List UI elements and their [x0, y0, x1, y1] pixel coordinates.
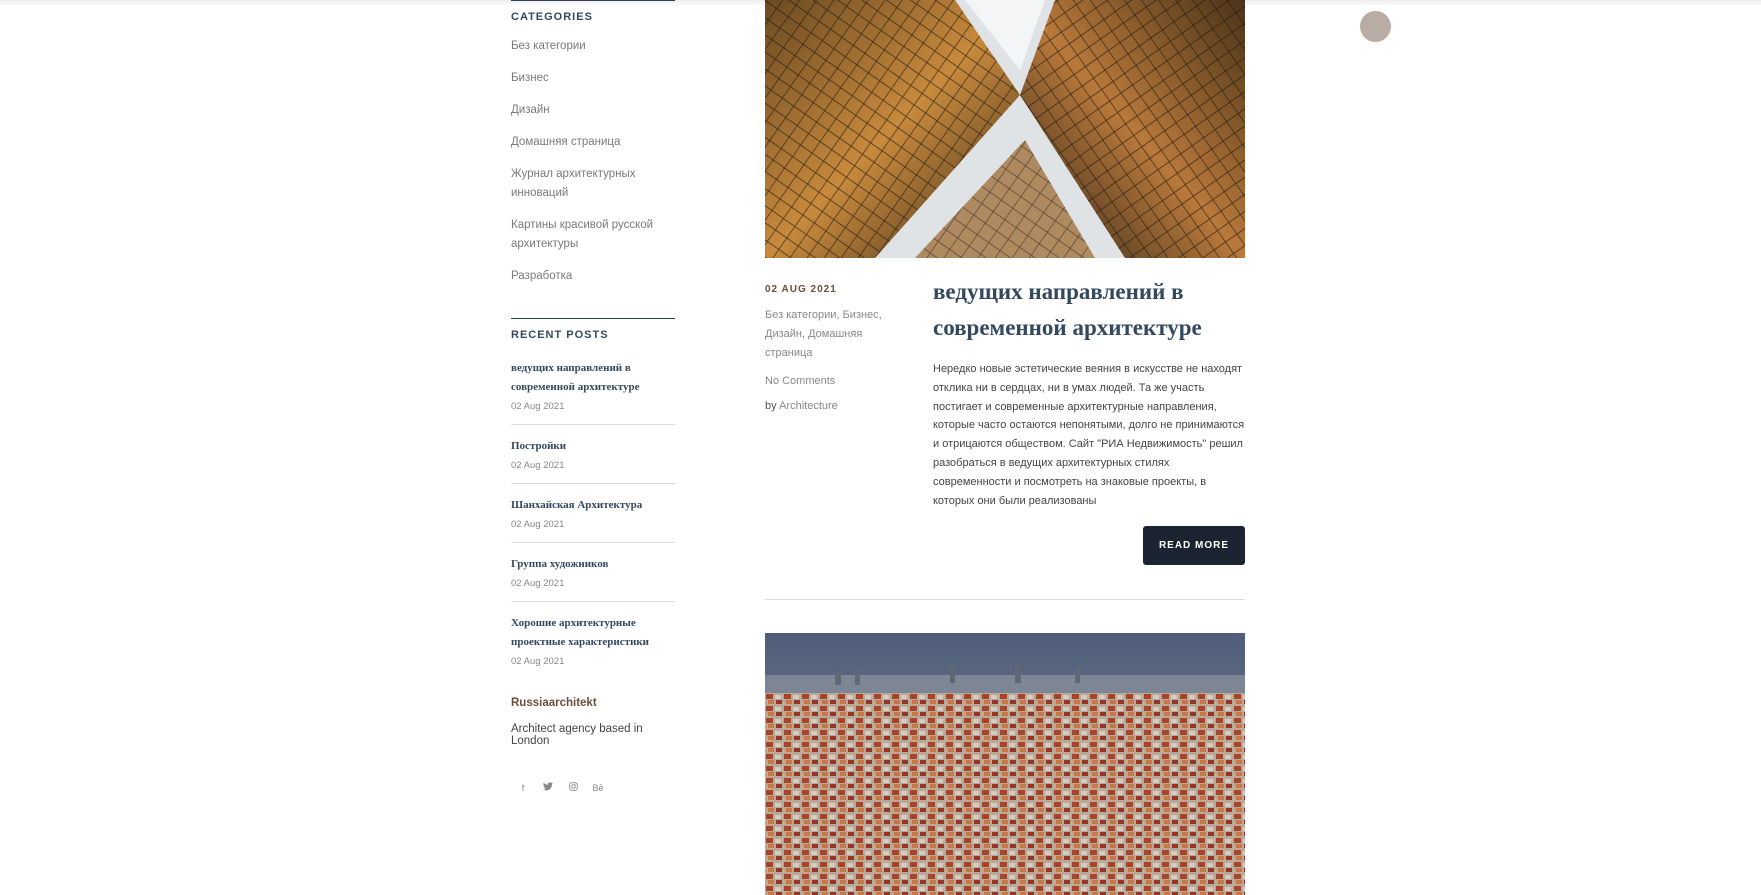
- skyscraper-photo: [765, 0, 1245, 258]
- author-prefix: by: [765, 400, 777, 412]
- post-content: ведущих направлений в современной архите…: [933, 274, 1245, 510]
- site-description: Architect agency based in London: [511, 723, 643, 747]
- recent-post-item: Хорошие архитектурные проектные характер…: [511, 614, 675, 679]
- site-name: Russiaarchitekt: [511, 697, 597, 709]
- sidebar: Categories Без категории Бизнес Дизайн Д…: [511, 0, 675, 793]
- recent-post-item: Шанхайская Архитектура 02 Aug 2021: [511, 496, 675, 543]
- category-item: Бизнес: [511, 69, 675, 88]
- floating-action-button[interactable]: [1360, 11, 1391, 42]
- recent-post-date: 02 Aug 2021: [511, 578, 565, 589]
- post-category-link[interactable]: Дизайн: [765, 328, 802, 340]
- categories-title: Categories: [511, 11, 593, 23]
- recent-post-date: 02 Aug 2021: [511, 401, 565, 412]
- author-link[interactable]: Architecture: [779, 400, 838, 412]
- post-excerpt: Нередко новые эстетические веяния в иску…: [933, 363, 1245, 507]
- post-date: 02 AUG 2021: [765, 284, 837, 295]
- post-category-link[interactable]: Бизнес: [843, 309, 879, 321]
- category-link[interactable]: Домашняя страница: [511, 136, 620, 148]
- category-link[interactable]: Журнал архитектурных инноваций: [511, 168, 635, 199]
- facebook-icon[interactable]: f: [517, 783, 529, 793]
- post-divider: [765, 599, 1245, 600]
- recent-post-item: Группа художников 02 Aug 2021: [511, 555, 675, 602]
- post-comments: No Comments: [765, 375, 905, 387]
- category-item: Картины красивой русской архитектуры: [511, 216, 675, 254]
- category-item: Без категории: [511, 37, 675, 56]
- twitter-icon[interactable]: [542, 782, 554, 793]
- instagram-icon[interactable]: [567, 782, 579, 793]
- category-link[interactable]: Картины красивой русской архитектуры: [511, 219, 653, 250]
- categories-list: Без категории Бизнес Дизайн Домашняя стр…: [511, 37, 675, 286]
- post-author: by Architecture: [765, 400, 905, 412]
- behance-icon[interactable]: Bē: [592, 783, 604, 793]
- post-featured-image-2[interactable]: [765, 633, 1245, 895]
- recent-post-link[interactable]: Хорошие архитектурные проектные характер…: [511, 614, 675, 652]
- categories-divider: [511, 0, 675, 1]
- recent-posts-title: Recent Posts: [511, 329, 609, 341]
- recent-post-date: 02 Aug 2021: [511, 460, 565, 471]
- category-link[interactable]: Дизайн: [511, 104, 550, 116]
- category-item: Разработка: [511, 267, 675, 286]
- recent-post-item: Постройки 02 Aug 2021: [511, 437, 675, 484]
- recent-post-date: 02 Aug 2021: [511, 656, 565, 667]
- post-featured-image[interactable]: [765, 0, 1245, 258]
- recent-posts-widget: Recent Posts ведущих направлений в совре…: [511, 318, 675, 679]
- category-link[interactable]: Бизнес: [511, 72, 549, 84]
- comments-link[interactable]: No Comments: [765, 375, 835, 387]
- social-links: f Bē: [511, 782, 675, 793]
- recent-post-link[interactable]: Постройки: [511, 437, 675, 456]
- recent-post-link[interactable]: ведущих направлений в современной архите…: [511, 359, 675, 397]
- category-item: Домашняя страница: [511, 133, 675, 152]
- category-link[interactable]: Без категории: [511, 40, 586, 52]
- post-title[interactable]: ведущих направлений в современной архите…: [933, 274, 1245, 346]
- post-categories: Без категории, Бизнес, Дизайн, Домашняя …: [765, 309, 882, 359]
- post-category-link[interactable]: Без категории: [765, 309, 836, 321]
- recent-post-date: 02 Aug 2021: [511, 519, 565, 530]
- category-link[interactable]: Разработка: [511, 270, 572, 282]
- recent-post-item: ведущих направлений в современной архите…: [511, 359, 675, 425]
- recent-post-link[interactable]: Группа художников: [511, 555, 675, 574]
- recent-posts-list: ведущих направлений в современной архите…: [511, 359, 675, 679]
- category-item: Журнал архитектурных инноваций: [511, 165, 675, 203]
- recent-posts-divider: [511, 318, 675, 319]
- post-meta: 02 AUG 2021 Без категории, Бизнес, Дизай…: [765, 284, 905, 412]
- category-item: Дизайн: [511, 101, 675, 120]
- read-more-button[interactable]: READ MORE: [1143, 526, 1245, 565]
- city-photo: [765, 633, 1245, 895]
- recent-post-link[interactable]: Шанхайская Архитектура: [511, 496, 675, 515]
